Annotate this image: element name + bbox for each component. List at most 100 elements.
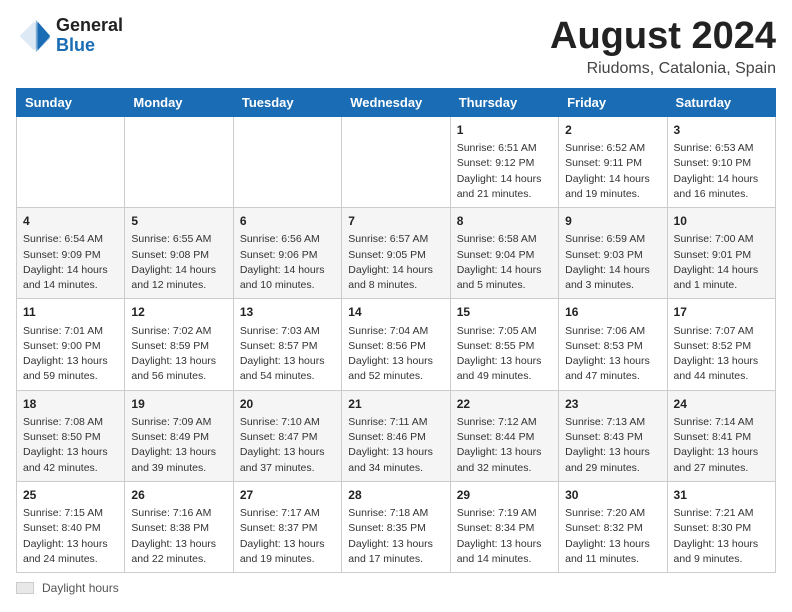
day-info: Sunrise: 6:51 AM Sunset: 9:12 PM Dayligh… xyxy=(457,141,552,202)
day-info: Sunrise: 7:08 AM Sunset: 8:50 PM Dayligh… xyxy=(23,415,118,476)
day-number: 24 xyxy=(674,396,769,413)
day-info: Sunrise: 6:59 AM Sunset: 9:03 PM Dayligh… xyxy=(565,232,660,293)
day-info: Sunrise: 7:05 AM Sunset: 8:55 PM Dayligh… xyxy=(457,324,552,385)
calendar-cell: 12 Sunrise: 7:02 AM Sunset: 8:59 PM Dayli… xyxy=(125,299,233,390)
header: General Blue August 2024 Riudoms, Catalo… xyxy=(16,16,776,78)
day-info: Sunrise: 7:11 AM Sunset: 8:46 PM Dayligh… xyxy=(348,415,443,476)
daylight-box xyxy=(16,582,34,594)
calendar-cell: 19Sunrise: 7:09 AM Sunset: 8:49 PM Dayli… xyxy=(125,390,233,481)
calendar-cell: 9Sunrise: 6:59 AM Sunset: 9:03 PM Daylig… xyxy=(559,208,667,299)
day-number: 13 xyxy=(240,304,335,321)
day-number: 27 xyxy=(240,487,335,504)
calendar-cell: 11 Sunrise: 7:01 AM Sunset: 9:00 PM Dayli… xyxy=(17,299,125,390)
day-info: Sunrise: 7:13 AM Sunset: 8:43 PM Dayligh… xyxy=(565,415,660,476)
day-number: 28 xyxy=(348,487,443,504)
weekday-header: Monday xyxy=(125,88,233,116)
day-number: 15 xyxy=(457,304,552,321)
day-number: 4 xyxy=(23,213,118,230)
day-number: 3 xyxy=(674,122,769,139)
day-info: Sunrise: 7:19 AM Sunset: 8:34 PM Dayligh… xyxy=(457,506,552,567)
day-info: Sunrise: 7:17 AM Sunset: 8:37 PM Dayligh… xyxy=(240,506,335,567)
day-info: Sunrise: 6:56 AM Sunset: 9:06 PM Dayligh… xyxy=(240,232,335,293)
logo-text: General Blue xyxy=(56,16,123,56)
calendar-table: SundayMondayTuesdayWednesdayThursdayFrid… xyxy=(16,88,776,573)
calendar-cell: 28 Sunrise: 7:18 AM Sunset: 8:35 PM Dayli… xyxy=(342,481,450,572)
calendar-cell: 23 Sunrise: 7:13 AM Sunset: 8:43 PM Dayli… xyxy=(559,390,667,481)
day-info: Sunrise: 6:57 AM Sunset: 9:05 PM Dayligh… xyxy=(348,232,443,293)
weekday-header: Tuesday xyxy=(233,88,341,116)
calendar-cell: 10Sunrise: 7:00 AM Sunset: 9:01 PM Dayli… xyxy=(667,208,775,299)
calendar-cell: 14Sunrise: 7:04 AM Sunset: 8:56 PM Dayli… xyxy=(342,299,450,390)
day-number: 18 xyxy=(23,396,118,413)
calendar-cell xyxy=(342,116,450,207)
calendar-cell: 31 Sunrise: 7:21 AM Sunset: 8:30 PM Dayli… xyxy=(667,481,775,572)
calendar-week-row: 11 Sunrise: 7:01 AM Sunset: 9:00 PM Dayli… xyxy=(17,299,776,390)
day-info: Sunrise: 7:10 AM Sunset: 8:47 PM Dayligh… xyxy=(240,415,335,476)
day-info: Sunrise: 6:58 AM Sunset: 9:04 PM Dayligh… xyxy=(457,232,552,293)
weekday-header-row: SundayMondayTuesdayWednesdayThursdayFrid… xyxy=(17,88,776,116)
day-info: Sunrise: 7:07 AM Sunset: 8:52 PM Dayligh… xyxy=(674,324,769,385)
calendar-cell: 13 Sunrise: 7:03 AM Sunset: 8:57 PM Dayli… xyxy=(233,299,341,390)
day-number: 5 xyxy=(131,213,226,230)
day-number: 17 xyxy=(674,304,769,321)
calendar-cell: 7 Sunrise: 6:57 AM Sunset: 9:05 PM Daylig… xyxy=(342,208,450,299)
title-area: August 2024 Riudoms, Catalonia, Spain xyxy=(550,16,776,78)
day-number: 26 xyxy=(131,487,226,504)
day-info: Sunrise: 7:20 AM Sunset: 8:32 PM Dayligh… xyxy=(565,506,660,567)
day-info: Sunrise: 6:52 AM Sunset: 9:11 PM Dayligh… xyxy=(565,141,660,202)
footer-note: Daylight hours xyxy=(16,581,776,595)
calendar-cell xyxy=(125,116,233,207)
day-number: 22 xyxy=(457,396,552,413)
calendar-cell: 21 Sunrise: 7:11 AM Sunset: 8:46 PM Dayli… xyxy=(342,390,450,481)
day-number: 23 xyxy=(565,396,660,413)
day-number: 31 xyxy=(674,487,769,504)
day-number: 11 xyxy=(23,304,118,321)
calendar-cell xyxy=(17,116,125,207)
weekday-header: Saturday xyxy=(667,88,775,116)
day-info: Sunrise: 6:53 AM Sunset: 9:10 PM Dayligh… xyxy=(674,141,769,202)
calendar-cell: 24 Sunrise: 7:14 AM Sunset: 8:41 PM Dayli… xyxy=(667,390,775,481)
day-number: 19 xyxy=(131,396,226,413)
calendar-cell: 22 Sunrise: 7:12 AM Sunset: 8:44 PM Dayli… xyxy=(450,390,558,481)
day-number: 21 xyxy=(348,396,443,413)
calendar-cell: 16Sunrise: 7:06 AM Sunset: 8:53 PM Dayli… xyxy=(559,299,667,390)
weekday-header: Thursday xyxy=(450,88,558,116)
weekday-header: Wednesday xyxy=(342,88,450,116)
location-title: Riudoms, Catalonia, Spain xyxy=(550,60,776,78)
calendar-cell: 15 Sunrise: 7:05 AM Sunset: 8:55 PM Dayli… xyxy=(450,299,558,390)
calendar-week-row: 1Sunrise: 6:51 AM Sunset: 9:12 PM Daylig… xyxy=(17,116,776,207)
day-info: Sunrise: 7:18 AM Sunset: 8:35 PM Dayligh… xyxy=(348,506,443,567)
day-info: Sunrise: 7:02 AM Sunset: 8:59 PM Dayligh… xyxy=(131,324,226,385)
calendar-cell: 6Sunrise: 6:56 AM Sunset: 9:06 PM Daylig… xyxy=(233,208,341,299)
calendar-cell: 25Sunrise: 7:15 AM Sunset: 8:40 PM Dayli… xyxy=(17,481,125,572)
day-number: 16 xyxy=(565,304,660,321)
day-info: Sunrise: 7:12 AM Sunset: 8:44 PM Dayligh… xyxy=(457,415,552,476)
calendar-cell xyxy=(233,116,341,207)
calendar-cell: 29 Sunrise: 7:19 AM Sunset: 8:34 PM Dayli… xyxy=(450,481,558,572)
day-info: Sunrise: 7:01 AM Sunset: 9:00 PM Dayligh… xyxy=(23,324,118,385)
day-number: 30 xyxy=(565,487,660,504)
calendar-cell: 17 Sunrise: 7:07 AM Sunset: 8:52 PM Dayli… xyxy=(667,299,775,390)
calendar-cell: 4 Sunrise: 6:54 AM Sunset: 9:09 PM Daylig… xyxy=(17,208,125,299)
calendar-week-row: 4 Sunrise: 6:54 AM Sunset: 9:09 PM Daylig… xyxy=(17,208,776,299)
calendar-cell: 2 Sunrise: 6:52 AM Sunset: 9:11 PM Daylig… xyxy=(559,116,667,207)
calendar-cell: 1Sunrise: 6:51 AM Sunset: 9:12 PM Daylig… xyxy=(450,116,558,207)
day-number: 12 xyxy=(131,304,226,321)
calendar-cell: 30 Sunrise: 7:20 AM Sunset: 8:32 PM Dayli… xyxy=(559,481,667,572)
day-number: 7 xyxy=(348,213,443,230)
day-info: Sunrise: 7:21 AM Sunset: 8:30 PM Dayligh… xyxy=(674,506,769,567)
day-number: 2 xyxy=(565,122,660,139)
day-info: Sunrise: 7:03 AM Sunset: 8:57 PM Dayligh… xyxy=(240,324,335,385)
calendar-cell: 3 Sunrise: 6:53 AM Sunset: 9:10 PM Daylig… xyxy=(667,116,775,207)
day-info: Sunrise: 6:54 AM Sunset: 9:09 PM Dayligh… xyxy=(23,232,118,293)
calendar-cell: 27 Sunrise: 7:17 AM Sunset: 8:37 PM Dayli… xyxy=(233,481,341,572)
weekday-header: Sunday xyxy=(17,88,125,116)
month-title: August 2024 xyxy=(550,16,776,58)
day-number: 29 xyxy=(457,487,552,504)
day-info: Sunrise: 7:14 AM Sunset: 8:41 PM Dayligh… xyxy=(674,415,769,476)
calendar-cell: 26 Sunrise: 7:16 AM Sunset: 8:38 PM Dayli… xyxy=(125,481,233,572)
day-info: Sunrise: 7:16 AM Sunset: 8:38 PM Dayligh… xyxy=(131,506,226,567)
daylight-label: Daylight hours xyxy=(42,581,119,595)
calendar-cell: 20Sunrise: 7:10 AM Sunset: 8:47 PM Dayli… xyxy=(233,390,341,481)
calendar-cell: 5Sunrise: 6:55 AM Sunset: 9:08 PM Daylig… xyxy=(125,208,233,299)
